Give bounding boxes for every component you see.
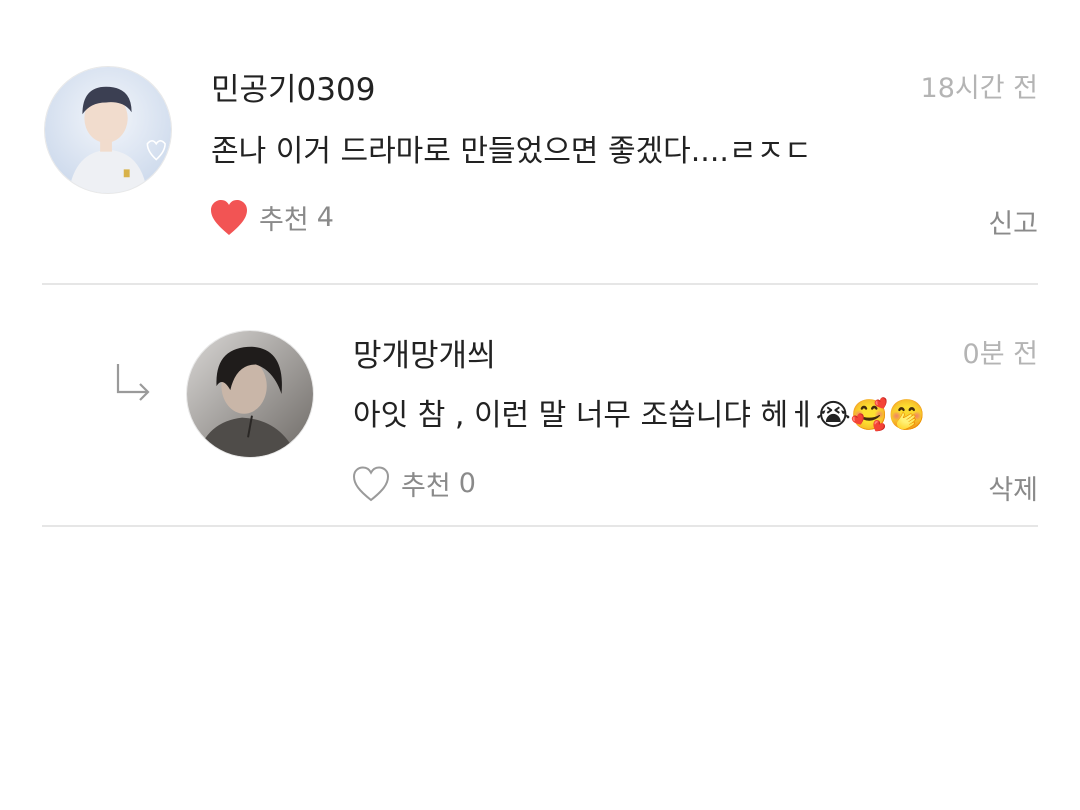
reply-item: 망개망개씌 0분 전 아잇 참 , 이런 말 너무 조씁니댜 헤ㅔ😭🥰🤭 추천 … [0, 286, 1080, 526]
heart-outline-icon [352, 465, 390, 501]
avatar[interactable] [186, 330, 314, 458]
comment-text: 존나 이거 드라마로 만들었으면 좋겠다....ㄹㅈㄷ [211, 134, 812, 169]
like-button[interactable]: 추천 0 [351, 464, 476, 503]
comment-username[interactable]: 망개망개씌 [353, 330, 496, 375]
comment-timestamp: 18시간 전 [920, 73, 1038, 104]
comment-item: 민공기0309 18시간 전 존나 이거 드라마로 만들었으면 좋겠다....ㄹ… [0, 0, 1080, 284]
like-label: 추천 [259, 205, 309, 236]
avatar[interactable] [44, 66, 172, 194]
comment-text: 아잇 참 , 이런 말 너무 조씁니댜 헤ㅔ😭🥰🤭 [353, 398, 926, 433]
comment-list: 민공기0309 18시간 전 존나 이거 드라마로 만들었으면 좋겠다....ㄹ… [0, 0, 1080, 810]
like-count: 4 [316, 202, 334, 233]
avatar-image [45, 67, 171, 193]
avatar-image [187, 331, 313, 457]
heart-filled-icon [211, 199, 247, 235]
delete-button[interactable]: 삭제 [988, 468, 1038, 507]
divider [42, 525, 1038, 527]
like-label: 추천 [401, 471, 451, 502]
comment-username[interactable]: 민공기0309 [211, 64, 375, 109]
report-button[interactable]: 신고 [988, 202, 1038, 241]
like-button[interactable]: 추천 4 [209, 198, 334, 237]
like-count: 0 [458, 468, 476, 499]
comment-timestamp: 0분 전 [962, 339, 1038, 370]
divider [42, 283, 1038, 285]
reply-arrow-icon [116, 364, 150, 401]
